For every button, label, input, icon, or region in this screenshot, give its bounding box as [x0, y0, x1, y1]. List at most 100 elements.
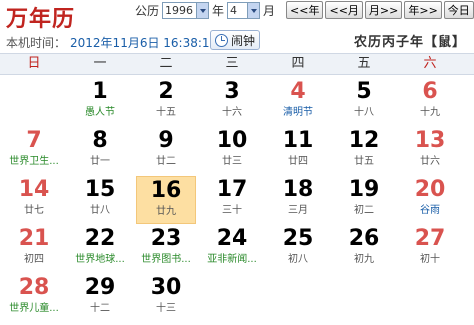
lunar-year: 农历丙子年【鼠】 — [353, 35, 466, 50]
weekday-sun: 日 — [27, 56, 41, 71]
lunar-day: 廿四 — [288, 156, 308, 167]
today-button[interactable]: 今日 — [443, 1, 474, 19]
day-cell[interactable]: 14 廿七 — [4, 176, 64, 224]
day-cell[interactable]: 15 廿八 — [70, 176, 130, 224]
lunar-day: 十九 — [420, 107, 440, 118]
local-time-value: 2012年11月6日 16:38:11 — [70, 36, 218, 50]
weekday-mon: 一 — [93, 56, 107, 71]
day-cell[interactable]: 2 十五 — [136, 78, 196, 126]
day-cell[interactable]: 20 谷雨 — [400, 176, 460, 224]
year-select[interactable]: 1996 — [162, 1, 210, 19]
day-cell[interactable]: 9 廿二 — [136, 127, 196, 175]
day-number: 18 — [282, 177, 314, 202]
lunar-day: 三十 — [222, 205, 242, 216]
weekday-header: 日 一 二 三 四 五 六 — [0, 53, 474, 75]
day-cell[interactable]: 12 廿五 — [334, 127, 394, 175]
day-cell[interactable]: 26 初九 — [334, 225, 394, 273]
local-time-label: 本机时间： — [6, 36, 67, 50]
day-cell[interactable]: 18 三月 — [268, 176, 328, 224]
day-number: 3 — [224, 79, 240, 104]
day-number: 2 — [158, 79, 174, 104]
day-cell[interactable]: 24 亚非新闻... — [202, 225, 262, 273]
prev-month-button[interactable]: <<月 — [325, 1, 363, 19]
day-number: 28 — [18, 275, 50, 300]
day-number: 19 — [348, 177, 380, 202]
alarm-button[interactable]: 闹钟 — [210, 30, 261, 50]
day-cell[interactable]: 25 初八 — [268, 225, 328, 273]
calendar-grid: 1 愚人节 2 十五 3 十六 4 清明节 5 十八 6 十九 7 世界卫生... 8 廿一 9 廿二 10 廿三 11… — [1, 78, 463, 323]
weekday-tue: 二 — [159, 56, 173, 71]
day-cell[interactable]: 4 清明节 — [268, 78, 328, 126]
day-number: 11 — [282, 128, 314, 153]
lunar-day: 初十 — [420, 254, 440, 265]
day-number: 25 — [282, 226, 314, 251]
lunar-day: 廿七 — [24, 205, 44, 216]
next-year-button[interactable]: 年>> — [404, 1, 442, 19]
day-cell[interactable]: 23 世界图书... — [136, 225, 196, 273]
prev-year-button[interactable]: <<年 — [286, 1, 324, 19]
lunar-day: 廿一 — [90, 156, 110, 167]
year-value: 1996 — [165, 3, 194, 17]
day-number: 22 — [84, 226, 116, 251]
month-label: 月 — [263, 3, 276, 18]
lunar-day: 亚非新闻... — [207, 254, 257, 265]
lunar-day: 廿九 — [156, 206, 176, 217]
day-number: 26 — [348, 226, 380, 251]
day-cell[interactable]: 10 廿三 — [202, 127, 262, 175]
day-cell[interactable]: 29 十二 — [70, 274, 130, 322]
date-controls: 公历 1996 年 4 月 <<年 <<月 月>> 年>> 今日 — [132, 1, 474, 19]
weekday-wed: 三 — [225, 56, 239, 71]
day-cell[interactable]: 17 三十 — [202, 176, 262, 224]
empty-cell — [4, 78, 64, 126]
lunar-day: 初四 — [24, 254, 44, 265]
lunar-day: 初九 — [354, 254, 374, 265]
lunar-day: 世界儿童... — [9, 303, 59, 314]
lunar-day: 三月 — [288, 205, 308, 216]
day-cell[interactable]: 3 十六 — [202, 78, 262, 126]
weekday-sat: 六 — [423, 56, 437, 71]
lunar-day: 十六 — [222, 107, 242, 118]
day-cell[interactable]: 1 愚人节 — [70, 78, 130, 126]
lunar-day: 廿二 — [156, 156, 176, 167]
day-number: 21 — [18, 226, 50, 251]
day-number: 29 — [84, 275, 116, 300]
gregorian-label: 公历 — [135, 3, 160, 18]
lunar-day: 谷雨 — [420, 205, 440, 216]
day-cell[interactable]: 7 世界卫生... — [4, 127, 64, 175]
day-cell[interactable]: 13 廿六 — [400, 127, 460, 175]
lunar-day: 廿八 — [90, 205, 110, 216]
day-number: 27 — [414, 226, 446, 251]
day-cell[interactable]: 27 初十 — [400, 225, 460, 273]
day-number: 12 — [348, 128, 380, 153]
lunar-day: 十二 — [90, 303, 110, 314]
day-number: 15 — [84, 177, 116, 202]
month-select[interactable]: 4 — [227, 1, 261, 19]
day-number: 4 — [290, 79, 306, 104]
day-cell[interactable]: 21 初四 — [4, 225, 64, 273]
lunar-day: 世界图书... — [141, 254, 191, 265]
lunar-day: 十八 — [354, 107, 374, 118]
day-cell[interactable]: 30 十三 — [136, 274, 196, 322]
day-cell[interactable]: 6 十九 — [400, 78, 460, 126]
day-cell[interactable]: 11 廿四 — [268, 127, 328, 175]
lunar-day: 初二 — [354, 205, 374, 216]
day-cell[interactable]: 5 十八 — [334, 78, 394, 126]
app-title: 万年历 — [6, 6, 76, 32]
day-number: 9 — [158, 128, 174, 153]
chevron-down-icon[interactable] — [196, 2, 209, 18]
day-number: 17 — [216, 177, 248, 202]
next-month-button[interactable]: 月>> — [364, 1, 403, 19]
navigation-buttons: <<年 <<月 月>> 年>> 今日 — [284, 1, 474, 19]
day-number: 14 — [18, 177, 50, 202]
lunar-day: 清明节 — [283, 107, 313, 118]
chevron-down-icon[interactable] — [247, 2, 260, 18]
day-cell[interactable]: 16 廿九 — [136, 176, 196, 224]
day-cell[interactable]: 8 廿一 — [70, 127, 130, 175]
day-cell[interactable]: 19 初二 — [334, 176, 394, 224]
clock-icon — [215, 33, 228, 47]
day-cell[interactable]: 22 世界地球... — [70, 225, 130, 273]
lunar-day: 廿三 — [222, 156, 242, 167]
local-time: 本机时间： 2012年11月6日 16:38:11 — [6, 34, 217, 51]
day-number: 13 — [414, 128, 446, 153]
day-cell[interactable]: 28 世界儿童... — [4, 274, 64, 322]
